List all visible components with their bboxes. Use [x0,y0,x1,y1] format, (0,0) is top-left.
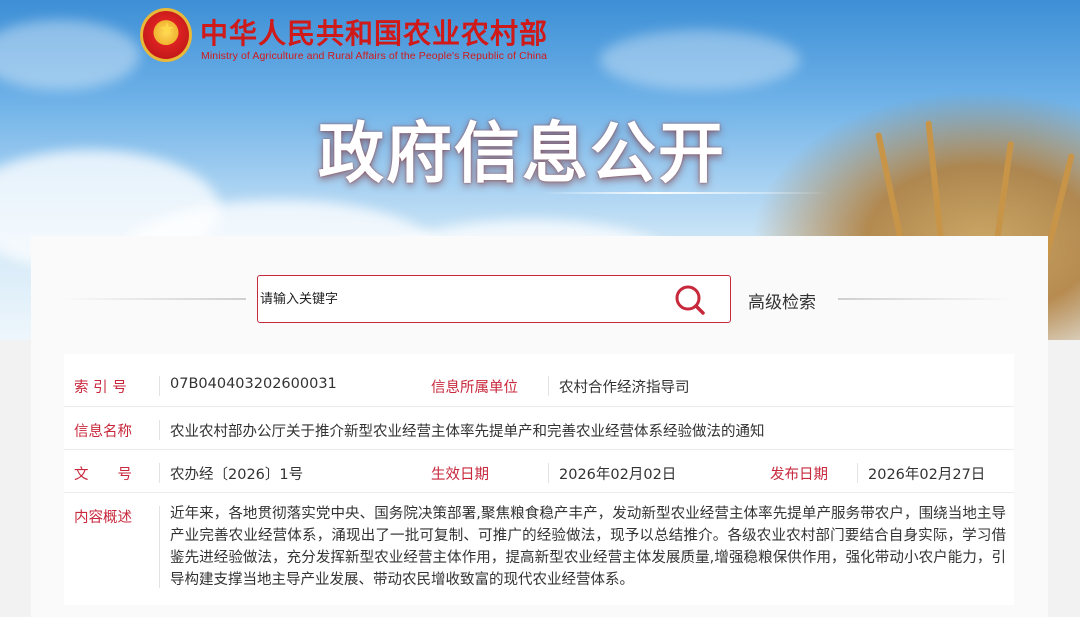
publish-date-label: 发布日期 [770,467,828,483]
unit-value: 农村合作经济指导司 [559,380,690,396]
index-label: 索 引 号 [74,380,127,396]
effective-date-label: 生效日期 [431,467,489,483]
advanced-search-link[interactable]: 高级检索 [748,288,816,313]
name-value: 农业农村部办公厅关于推介新型农业经营主体率先提单产和完善农业经营体系经验做法的通… [170,424,765,440]
divider [857,463,858,483]
divider [838,298,1014,300]
divider [159,376,160,396]
divider [159,420,160,440]
unit-label: 信息所属单位 [431,380,518,396]
effective-date-value: 2026年02月02日 [559,467,677,483]
info-table: 索 引 号 07B040403202600031 信息所属单位 农村合作经济指导… [64,354,1014,605]
divider [159,463,160,483]
doc-number-label: 文 号 [74,467,132,483]
national-emblem-icon: ★ [140,8,192,62]
site-subtitle: Ministry of Agriculture and Rural Affair… [201,50,548,62]
publish-date-value: 2026年02月27日 [868,467,986,483]
divider [62,298,246,300]
divider [548,463,549,483]
divider [159,506,160,588]
search-box [257,275,731,323]
search-input[interactable] [260,284,660,314]
name-label: 信息名称 [74,424,132,440]
index-value: 07B040403202600031 [170,376,337,392]
cloud-decoration [0,20,140,90]
search-icon[interactable] [673,284,707,316]
summary-text: 近年来，各地贯彻落实党中央、国务院决策部署,聚焦粮食稳产丰产，发动新型农业经营主… [170,506,1006,588]
page-title: 政府信息公开 [318,115,726,192]
cloud-decoration [600,30,800,90]
site-title[interactable]: 中华人民共和国农业农村部 [200,12,548,52]
summary-label: 内容概述 [74,510,132,526]
divider [548,376,549,396]
doc-number-value: 农办经〔2026〕1号 [170,467,304,483]
title-underline [540,192,830,194]
